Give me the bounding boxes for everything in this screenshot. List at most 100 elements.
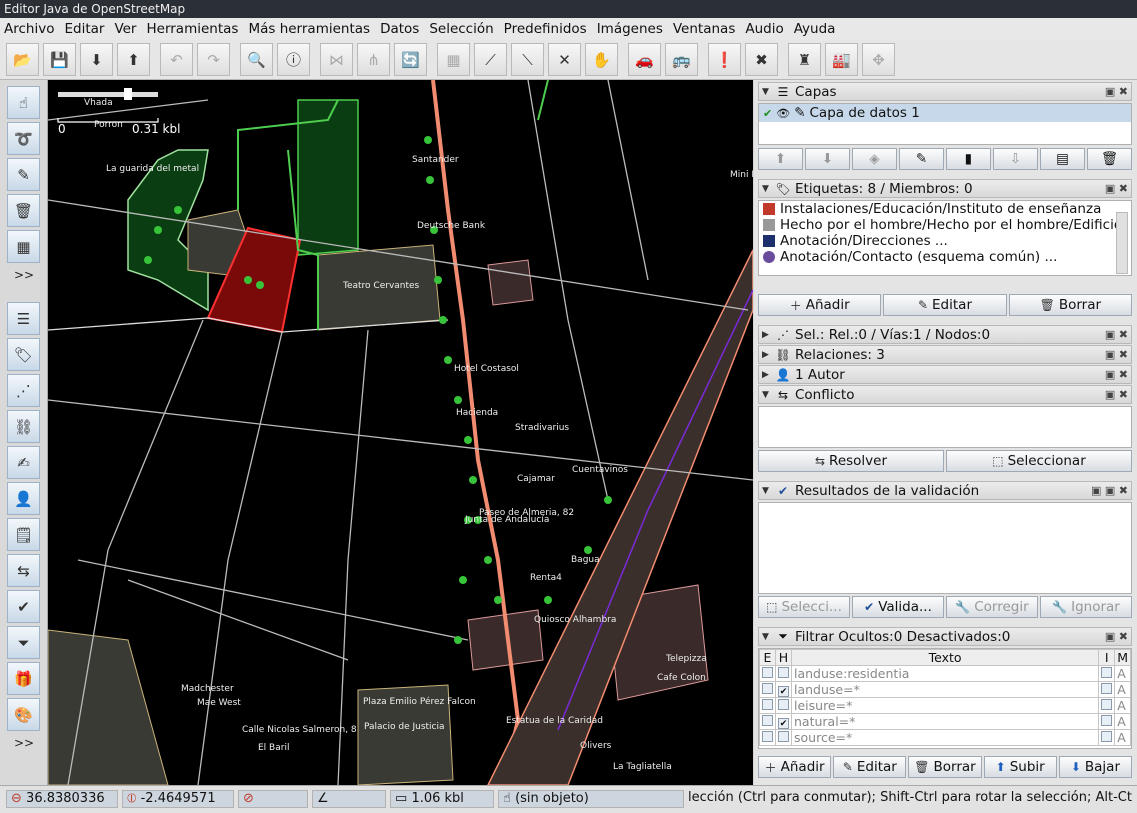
relations-toggle-icon[interactable]: ⛓ xyxy=(7,410,40,443)
duplicate-layer-icon[interactable]: ⇩ xyxy=(993,148,1038,170)
filter-mode[interactable]: A xyxy=(1114,697,1131,714)
move-down-icon[interactable]: ⬇ xyxy=(805,148,850,170)
opacity-icon[interactable]: ▮ xyxy=(946,148,991,170)
table-row[interactable]: ✔ landuse=* A xyxy=(759,681,1131,698)
expand-icon[interactable]: ▶ xyxy=(762,350,774,360)
menu-datos[interactable]: Datos xyxy=(380,21,419,37)
layer-row[interactable]: ✔ 👁 ✎ Capa de datos 1 xyxy=(759,104,1131,122)
panel-controls-icon[interactable]: ▣ ✖ xyxy=(1105,85,1128,98)
preset-bus-icon[interactable]: 🚌 xyxy=(665,43,698,76)
preset-industrial-icon[interactable]: 🏭 xyxy=(825,43,858,76)
filter-text[interactable]: source=* xyxy=(790,729,1100,746)
menu-imagenes[interactable]: Imágenes xyxy=(597,21,663,37)
tag-preset-row[interactable]: Instalaciones/Educación/Instituto de ens… xyxy=(759,201,1131,217)
filter-mode[interactable]: A xyxy=(1114,729,1131,746)
col-e[interactable]: E xyxy=(759,649,776,666)
draw-tool-icon[interactable]: ✎ xyxy=(7,158,40,191)
collapse-icon[interactable]: ▼ xyxy=(762,390,774,400)
conflict-panel-header[interactable]: ▼ ⇆ Conflicto ▣ ✖ xyxy=(758,385,1132,404)
panel-controls-icon[interactable]: ▣ ✖ xyxy=(1105,368,1128,381)
move-up-filter-button[interactable]: ⬆ Subir xyxy=(983,756,1057,778)
select-conflict-button[interactable]: ⬚ Seleccionar xyxy=(946,450,1132,472)
preset-warning-icon[interactable]: ❗ xyxy=(708,43,741,76)
authors-panel-header[interactable]: ▶ 👤 1 Autor ▣ ✖ xyxy=(758,365,1132,384)
panel-controls-icon[interactable]: ▣ ✖ xyxy=(1105,388,1128,401)
collapse-icon[interactable]: ▼ xyxy=(762,184,774,194)
panel-controls-icon[interactable]: ▣ ✖ xyxy=(1105,182,1128,195)
commands-toggle-icon[interactable]: ✍ xyxy=(7,446,40,479)
fix-button[interactable]: 🔧 Corregir xyxy=(946,596,1038,618)
preset-junction-icon[interactable]: ✕ xyxy=(548,43,581,76)
delete-filter-button[interactable]: 🗑 Borrar xyxy=(908,756,982,778)
ignore-button[interactable]: 🔧 Ignorar xyxy=(1040,596,1132,618)
download-icon[interactable]: ⬇ xyxy=(80,43,113,76)
enable-checkbox[interactable] xyxy=(762,683,773,694)
show-info-icon[interactable]: ▤ xyxy=(1040,148,1085,170)
validation-toggle-icon[interactable]: ✔ xyxy=(7,590,40,623)
tag-preset-row[interactable]: Hecho por el hombre/Hecho por el hombre/… xyxy=(759,217,1131,233)
hide-checkbox[interactable] xyxy=(778,699,789,710)
hide-checkbox[interactable]: ✔ xyxy=(778,718,789,729)
col-text[interactable]: Texto xyxy=(790,649,1100,666)
panel-controls-icon[interactable]: ▣ ✖ xyxy=(1105,630,1128,643)
col-m[interactable]: M xyxy=(1114,649,1131,666)
filter-mode[interactable]: A xyxy=(1114,681,1131,698)
invert-checkbox[interactable] xyxy=(1101,683,1113,694)
layers-toggle-icon[interactable]: ☰ xyxy=(7,302,40,335)
add-filter-button[interactable]: ＋ Añadir xyxy=(758,756,832,778)
filter-text[interactable]: natural=* xyxy=(790,713,1100,730)
panel-controls-icon[interactable]: ▣ ▣ ✖ xyxy=(1091,484,1128,497)
enable-checkbox[interactable] xyxy=(762,731,773,742)
more-tools-icon[interactable]: >> xyxy=(14,268,34,282)
invert-checkbox[interactable] xyxy=(1101,715,1113,726)
conflict-toggle-icon[interactable]: ⇆ xyxy=(7,554,40,587)
toggle-visibility-icon[interactable]: ✎ xyxy=(899,148,944,170)
table-row[interactable]: landuse:residentia A xyxy=(759,665,1131,682)
filter-mode[interactable]: A xyxy=(1114,665,1131,682)
tags-toggle-icon[interactable]: 🏷 xyxy=(7,338,40,371)
table-row[interactable]: source=* A xyxy=(759,729,1131,746)
delete-layer-icon[interactable]: 🗑 xyxy=(1087,148,1132,170)
enable-checkbox[interactable] xyxy=(762,715,773,726)
filter-text[interactable]: landuse:residentia xyxy=(790,665,1100,682)
resolve-button[interactable]: ⇆ Resolver xyxy=(758,450,944,472)
hide-checkbox[interactable]: ✔ xyxy=(778,686,789,697)
col-i[interactable]: I xyxy=(1098,649,1116,666)
menu-herramientas[interactable]: Herramientas xyxy=(146,21,238,37)
menu-archivo[interactable]: Archivo xyxy=(4,21,54,37)
filter-mode[interactable]: A xyxy=(1114,713,1131,730)
layer-visible-icon[interactable]: 👁 xyxy=(776,107,790,120)
table-row[interactable]: ✔ natural=* A xyxy=(759,713,1131,730)
undo-icon[interactable]: ↶ xyxy=(160,43,193,76)
add-tag-button[interactable]: ＋ Añadir xyxy=(758,294,882,316)
edit-tag-button[interactable]: ✎ Editar xyxy=(883,294,1007,316)
tags-panel-header[interactable]: ▼ 🏷 Etiquetas: 8 / Miembros: 0 ▣ ✖ xyxy=(758,179,1132,198)
preset-car-icon[interactable]: 🚗 xyxy=(628,43,661,76)
menu-ayuda[interactable]: Ayuda xyxy=(794,21,836,37)
expand-icon[interactable]: ▶ xyxy=(762,330,774,340)
plugin-toggle-icon[interactable]: 🎁 xyxy=(7,662,40,695)
relations-panel-header[interactable]: ▶ ⛓ Relaciones: 3 ▣ ✖ xyxy=(758,345,1132,364)
hide-checkbox[interactable] xyxy=(778,731,789,742)
expand-icon[interactable]: ▶ xyxy=(762,370,774,380)
upload-icon[interactable]: ⬆ xyxy=(117,43,150,76)
info-icon[interactable]: ⓘ xyxy=(277,43,310,76)
validate-button[interactable]: ✔ Valida... xyxy=(852,596,944,618)
collapse-icon[interactable]: ▼ xyxy=(762,632,774,642)
preset-castle-icon[interactable]: ♜ xyxy=(788,43,821,76)
lasso-tool-icon[interactable]: ➰ xyxy=(7,122,40,155)
layers-panel-header[interactable]: ▼ ☰ Capas ▣ ✖ xyxy=(758,82,1132,101)
menu-editar[interactable]: Editar xyxy=(64,21,104,37)
split-way-icon[interactable]: ⋔ xyxy=(357,43,390,76)
filter-toggle-icon[interactable]: ⏷ xyxy=(7,626,40,659)
redo-icon[interactable]: ↷ xyxy=(197,43,230,76)
preferences-icon[interactable]: 🔍 xyxy=(240,43,273,76)
collapse-icon[interactable]: ▼ xyxy=(762,87,774,97)
enable-checkbox[interactable] xyxy=(762,667,773,678)
combine-way-icon[interactable]: ⋈ xyxy=(320,43,353,76)
delete-tool-icon[interactable]: 🗑 xyxy=(7,194,40,227)
collapse-icon[interactable]: ▼ xyxy=(762,486,774,496)
enable-checkbox[interactable] xyxy=(762,699,773,710)
merge-layer-icon[interactable]: ◈ xyxy=(852,148,897,170)
invert-checkbox[interactable] xyxy=(1101,699,1113,710)
